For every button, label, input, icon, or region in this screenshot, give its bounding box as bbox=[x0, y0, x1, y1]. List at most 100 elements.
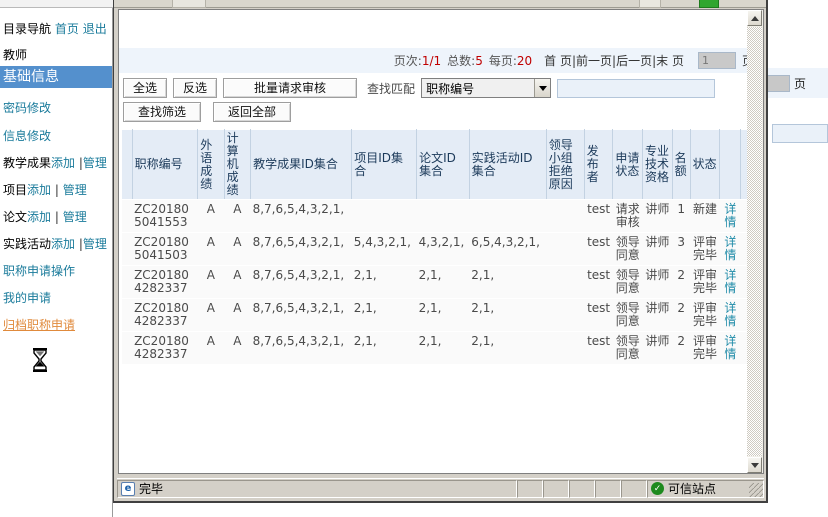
sidebar-item-password-label[interactable]: 密码修改 bbox=[3, 101, 51, 115]
detail-link[interactable]: 详情 bbox=[724, 334, 736, 361]
table-row[interactable]: ZC201805041503 A A 8,7,6,5,4,3,2,1, 5,4,3,2,… bbox=[121, 232, 750, 266]
toolbar-go-button-fragment[interactable] bbox=[699, 0, 719, 8]
column-header-computer-score[interactable]: 计算机成绩 bbox=[223, 129, 252, 200]
sidebar-item-basic-info[interactable]: 基础信息 bbox=[0, 66, 112, 88]
row-cell-code: ZC201804282337 bbox=[132, 331, 198, 365]
sidebar-group-project-manage[interactable]: 管理 bbox=[63, 183, 87, 197]
chevron-down-icon[interactable] bbox=[534, 79, 551, 97]
column-header-code[interactable]: 职称编号 bbox=[131, 129, 199, 200]
row-cell-reject-reason bbox=[546, 331, 585, 365]
detail-link[interactable]: 详情 bbox=[724, 301, 736, 328]
sidebar-item-my-applications-label[interactable]: 我的申请 bbox=[3, 291, 51, 305]
sidebar-group-teaching-manage[interactable]: 管理 bbox=[83, 156, 107, 170]
row-detail-cell[interactable]: 详情 bbox=[719, 232, 741, 266]
detail-link[interactable]: 详情 bbox=[724, 268, 736, 295]
column-header-foreign-score[interactable]: 外语成绩 bbox=[197, 129, 225, 200]
row-cell-code: ZC201805041553 bbox=[132, 199, 198, 233]
column-header-qualification[interactable]: 专业技术资格 bbox=[642, 129, 673, 200]
toolbar-button-fragment-2[interactable] bbox=[639, 0, 661, 8]
sidebar-item-info-edit[interactable]: 信息修改 bbox=[0, 129, 112, 144]
row-cell-teaching-ids: 8,7,6,5,4,3,2,1, bbox=[250, 331, 352, 365]
page-number-input[interactable]: 1 bbox=[697, 52, 736, 69]
toolbar-button-fragment-1[interactable] bbox=[172, 0, 206, 8]
select-all-button[interactable]: 全选 bbox=[123, 78, 168, 98]
match-field-select[interactable]: 职称编号 bbox=[421, 78, 552, 98]
scroll-up-button[interactable] bbox=[747, 10, 762, 26]
row-cell-quota: 3 bbox=[672, 232, 691, 266]
row-detail-cell[interactable]: 详情 bbox=[719, 199, 741, 233]
sidebar-group-project-sep: | bbox=[54, 183, 59, 197]
row-cell-practice-ids: 6,5,4,3,2,1, bbox=[469, 232, 547, 266]
row-detail-cell[interactable]: 详情 bbox=[719, 265, 741, 299]
row-cell-teaching-ids: 8,7,6,5,4,3,2,1, bbox=[250, 265, 352, 299]
sidebar-item-title-apply-ops-label[interactable]: 职称申请操作 bbox=[3, 264, 75, 278]
row-checkbox[interactable] bbox=[121, 265, 133, 299]
security-zone-pane[interactable]: ✓ 可信站点 bbox=[647, 479, 764, 498]
sidebar-group-paper-add[interactable]: 添加 bbox=[27, 210, 51, 224]
table-row[interactable]: ZC201804282337 A A 8,7,6,5,4,3,2,1, 2,1, 2,1,… bbox=[121, 265, 750, 299]
last-page-link[interactable]: 末 页 bbox=[656, 54, 684, 68]
row-cell-computer-score: A bbox=[224, 199, 251, 233]
sidebar-group-teaching: 教学成果添加 |管理 bbox=[0, 156, 112, 171]
row-detail-cell[interactable]: 详情 bbox=[719, 298, 741, 332]
row-checkbox[interactable] bbox=[121, 199, 133, 233]
sidebar-item-info-edit-label[interactable]: 信息修改 bbox=[3, 129, 51, 143]
column-header-detail[interactable] bbox=[719, 129, 742, 200]
column-header-practice-ids[interactable]: 实践活动ID集合 bbox=[468, 129, 547, 200]
batch-review-button[interactable]: 批量请求审核 bbox=[223, 78, 358, 98]
column-header-publisher[interactable]: 发布者 bbox=[583, 129, 614, 200]
toolbar-row-2: 查找筛选 返回全部 bbox=[123, 102, 758, 122]
invert-selection-button[interactable]: 反选 bbox=[173, 78, 218, 98]
background-search-input[interactable] bbox=[772, 124, 828, 143]
row-cell-practice-ids bbox=[469, 199, 547, 233]
sidebar-item-my-applications[interactable]: 我的申请 bbox=[0, 291, 112, 306]
sidebar-group-paper-manage[interactable]: 管理 bbox=[63, 210, 87, 224]
toolbar-row-1: 全选 反选 批量请求审核 查找匹配 职称编号 bbox=[123, 78, 758, 98]
sidebar-group-practice-add[interactable]: 添加 bbox=[51, 237, 75, 251]
column-header-checkbox[interactable] bbox=[121, 129, 133, 200]
pagination-links: 首 页|前一页|后一页|末 页 bbox=[544, 52, 684, 69]
toolbar-controls: 全选 反选 批量请求审核 查找匹配 职称编号 查找筛选 返回全部 bbox=[119, 73, 762, 129]
sidebar-group-project-add[interactable]: 添加 bbox=[27, 183, 51, 197]
row-cell-reject-reason bbox=[546, 298, 585, 332]
sidebar-item-archived-applications[interactable]: 归档职称申请 bbox=[0, 318, 112, 333]
match-label: 查找匹配 bbox=[367, 81, 416, 96]
column-header-quota[interactable]: 名额 bbox=[671, 129, 691, 200]
scroll-down-button[interactable] bbox=[747, 457, 762, 473]
column-header-apply-status[interactable]: 申请状态 bbox=[612, 129, 644, 200]
table-row[interactable]: ZC201805041553 A A 8,7,6,5,4,3,2,1, test 请求审核… bbox=[121, 199, 750, 233]
first-page-link[interactable]: 首 页 bbox=[544, 54, 572, 68]
row-cell-publisher: test bbox=[584, 265, 613, 299]
sidebar-item-title-apply-ops[interactable]: 职称申请操作 bbox=[0, 264, 112, 279]
row-cell-apply-status: 领导同意 bbox=[612, 232, 643, 266]
find-filter-button[interactable]: 查找筛选 bbox=[123, 102, 202, 122]
page-vertical-scrollbar[interactable] bbox=[747, 9, 764, 474]
row-checkbox[interactable] bbox=[121, 331, 133, 365]
sidebar-item-basic-info-label: 基础信息 bbox=[3, 69, 59, 85]
column-header-project-ids[interactable]: 项目ID集合 bbox=[351, 129, 418, 200]
prev-page-link[interactable]: 前一页 bbox=[576, 54, 612, 68]
sidebar-home-link[interactable]: 首页 bbox=[55, 22, 79, 36]
column-header-paper-ids[interactable]: 论文ID集合 bbox=[416, 129, 470, 200]
sidebar-group-practice-manage[interactable]: 管理 bbox=[83, 237, 107, 251]
row-checkbox[interactable] bbox=[121, 298, 133, 332]
total-label: 总数: bbox=[447, 54, 476, 68]
sidebar-item-password[interactable]: 密码修改 bbox=[0, 101, 112, 116]
scrollbar-track[interactable] bbox=[747, 27, 762, 456]
search-input[interactable] bbox=[557, 78, 716, 98]
column-header-status[interactable]: 状态 bbox=[689, 129, 721, 200]
return-all-button[interactable]: 返回全部 bbox=[213, 102, 292, 122]
resize-grip[interactable] bbox=[749, 483, 763, 497]
column-header-reject-reason[interactable]: 领导小组拒绝原因 bbox=[545, 129, 585, 200]
sidebar-group-teaching-add[interactable]: 添加 bbox=[51, 156, 75, 170]
sidebar-logout-link[interactable]: 退出 bbox=[83, 22, 107, 36]
table-row[interactable]: ZC201804282337 A A 8,7,6,5,4,3,2,1, 2,1, 2,1,… bbox=[121, 331, 750, 365]
row-detail-cell[interactable]: 详情 bbox=[719, 331, 741, 365]
detail-link[interactable]: 详情 bbox=[724, 202, 736, 229]
detail-link[interactable]: 详情 bbox=[724, 235, 736, 262]
table-row[interactable]: ZC201804282337 A A 8,7,6,5,4,3,2,1, 2,1, 2,1,… bbox=[121, 298, 750, 332]
row-checkbox[interactable] bbox=[121, 232, 133, 266]
sidebar-role-label: 教师 bbox=[3, 48, 28, 62]
next-page-link[interactable]: 后一页 bbox=[616, 54, 652, 68]
column-header-teaching-ids[interactable]: 教学成果ID集合 bbox=[250, 129, 353, 200]
